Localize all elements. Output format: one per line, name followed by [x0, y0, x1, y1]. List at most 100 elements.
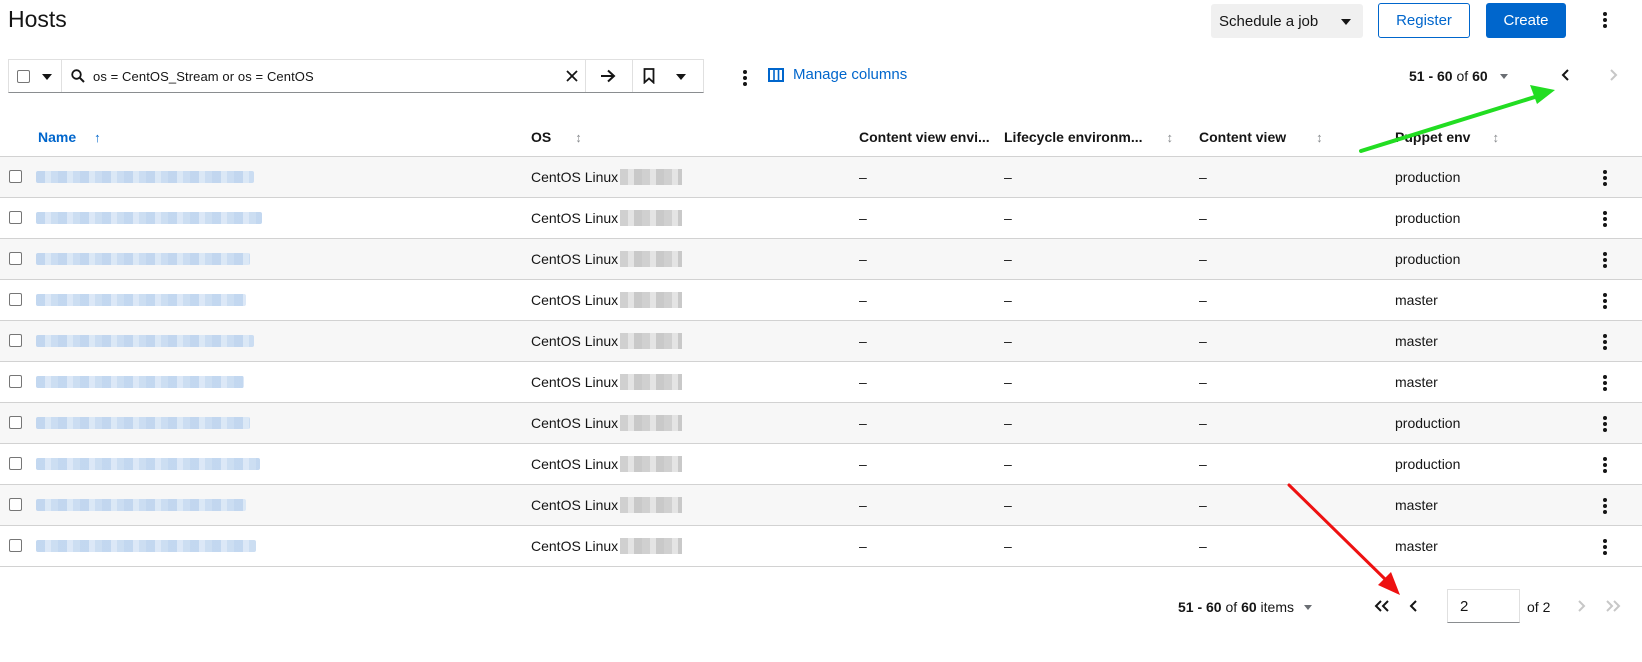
- bottom-next-page-icon: [1578, 600, 1586, 612]
- row-kebab-icon[interactable]: [1597, 414, 1613, 434]
- row-checkbox[interactable]: [9, 375, 22, 388]
- lifecycle-env-cell: –: [1004, 333, 1012, 349]
- content-view-env-cell: –: [859, 456, 867, 472]
- content-view-cell: –: [1199, 415, 1207, 431]
- row-kebab-icon[interactable]: [1597, 291, 1613, 311]
- pagination-range: 51 - 60: [1409, 68, 1453, 84]
- register-button[interactable]: Register: [1378, 3, 1470, 38]
- os-version-redacted: [620, 456, 682, 472]
- bottom-of: of: [1225, 599, 1238, 615]
- row-checkbox[interactable]: [9, 539, 22, 552]
- table-row: CentOS Linux – – – production: [0, 444, 1642, 485]
- schedule-job-dropdown[interactable]: Schedule a job: [1211, 4, 1363, 38]
- bookmark-icon[interactable]: [643, 68, 655, 84]
- column-header-name[interactable]: Name ↑: [38, 129, 101, 145]
- row-kebab-icon[interactable]: [1597, 373, 1613, 393]
- row-checkbox[interactable]: [9, 211, 22, 224]
- os-version-redacted: [620, 333, 682, 349]
- host-name-link[interactable]: [36, 540, 256, 552]
- bookmark-caret-icon[interactable]: [676, 74, 686, 80]
- row-kebab-icon[interactable]: [1597, 332, 1613, 352]
- bottom-pagination-caret-icon: [1303, 604, 1312, 610]
- toolbar-kebab-icon[interactable]: [737, 68, 753, 88]
- of-pages-label: of 2: [1527, 599, 1551, 615]
- puppet-env-cell: production: [1395, 251, 1461, 267]
- os-version-redacted: [620, 210, 682, 226]
- content-view-cell: –: [1199, 169, 1207, 185]
- row-kebab-icon[interactable]: [1597, 496, 1613, 516]
- content-view-env-cell: –: [859, 538, 867, 554]
- page-title: Hosts: [8, 6, 67, 32]
- host-name-link[interactable]: [36, 171, 254, 183]
- bottom-previous-page-icon[interactable]: [1409, 599, 1419, 613]
- column-puppet-label: Puppet env: [1395, 129, 1471, 145]
- table-row: CentOS Linux – – – production: [0, 239, 1642, 280]
- os-version-redacted: [620, 374, 682, 390]
- host-name-link[interactable]: [36, 458, 260, 470]
- table-row: CentOS Linux – – – master: [0, 485, 1642, 526]
- table-row: CentOS Linux – – – master: [0, 526, 1642, 567]
- row-checkbox[interactable]: [9, 457, 22, 470]
- column-header-os[interactable]: OS ↕: [531, 129, 582, 145]
- row-checkbox[interactable]: [9, 416, 22, 429]
- current-page-input[interactable]: 2: [1447, 589, 1520, 623]
- row-checkbox[interactable]: [9, 252, 22, 265]
- bottom-pagination-toggle[interactable]: 51 - 60 of 60 items: [1178, 599, 1312, 615]
- host-name-link[interactable]: [36, 417, 250, 429]
- puppet-env-cell: production: [1395, 415, 1461, 431]
- host-name-link[interactable]: [36, 253, 250, 265]
- column-header-lifecycle-env[interactable]: Lifecycle environm... ↕: [1004, 129, 1173, 145]
- bottom-range: 51 - 60: [1178, 599, 1222, 615]
- os-cell: CentOS Linux: [531, 251, 619, 267]
- previous-page-icon[interactable]: [1561, 68, 1571, 82]
- row-kebab-icon[interactable]: [1597, 537, 1613, 557]
- clear-search-icon[interactable]: [566, 70, 578, 82]
- puppet-env-cell: master: [1395, 497, 1438, 513]
- search-input[interactable]: os = CentOS_Stream or os = CentOS: [93, 69, 314, 84]
- manage-columns-button[interactable]: Manage columns: [768, 66, 907, 83]
- row-kebab-icon[interactable]: [1597, 250, 1613, 270]
- row-kebab-icon[interactable]: [1597, 455, 1613, 475]
- column-content-view-label: Content view: [1199, 129, 1287, 145]
- header-kebab-icon[interactable]: [1597, 10, 1613, 30]
- puppet-env-cell: production: [1395, 210, 1461, 226]
- host-name-link[interactable]: [36, 294, 246, 306]
- table-row: CentOS Linux – – – production: [0, 198, 1642, 239]
- arrow-right-icon[interactable]: [600, 69, 616, 83]
- os-cell: CentOS Linux: [531, 497, 619, 513]
- host-name-link[interactable]: [36, 212, 262, 224]
- row-kebab-icon[interactable]: [1597, 209, 1613, 229]
- lifecycle-env-cell: –: [1004, 497, 1012, 513]
- lifecycle-env-cell: –: [1004, 456, 1012, 472]
- select-all-caret-icon[interactable]: [42, 74, 52, 80]
- table-row: CentOS Linux – – – master: [0, 362, 1642, 403]
- row-checkbox[interactable]: [9, 498, 22, 511]
- search-icon: [71, 69, 85, 83]
- os-cell: CentOS Linux: [531, 210, 619, 226]
- content-view-env-cell: –: [859, 333, 867, 349]
- sort-icon: ↕: [1166, 130, 1174, 145]
- row-kebab-icon[interactable]: [1597, 168, 1613, 188]
- lifecycle-env-cell: –: [1004, 169, 1012, 185]
- column-header-puppet-env[interactable]: Puppet env ↕: [1395, 129, 1499, 145]
- row-checkbox[interactable]: [9, 334, 22, 347]
- top-pagination-toggle[interactable]: 51 - 60 of 60: [1409, 68, 1508, 84]
- row-checkbox[interactable]: [9, 293, 22, 306]
- column-header-content-view[interactable]: Content view ↕: [1199, 129, 1323, 145]
- first-page-icon[interactable]: [1374, 599, 1390, 613]
- create-button[interactable]: Create: [1486, 3, 1566, 38]
- host-name-link[interactable]: [36, 335, 254, 347]
- host-name-link[interactable]: [36, 376, 244, 388]
- manage-columns-label: Manage columns: [793, 66, 908, 83]
- content-view-env-cell: –: [859, 251, 867, 267]
- column-header-content-view-env[interactable]: Content view envi...: [859, 129, 990, 145]
- content-view-cell: –: [1199, 456, 1207, 472]
- pagination-of: of: [1456, 68, 1469, 84]
- next-page-icon: [1610, 69, 1618, 81]
- content-view-cell: –: [1199, 497, 1207, 513]
- select-all-checkbox[interactable]: [17, 70, 30, 83]
- puppet-env-cell: master: [1395, 538, 1438, 554]
- row-checkbox[interactable]: [9, 170, 22, 183]
- host-name-link[interactable]: [36, 499, 246, 511]
- lifecycle-env-cell: –: [1004, 538, 1012, 554]
